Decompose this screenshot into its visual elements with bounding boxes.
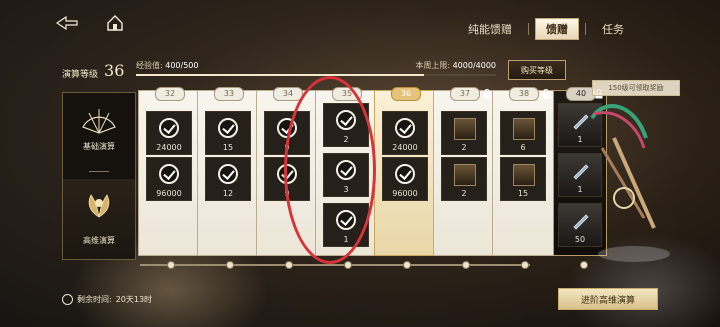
home-icon[interactable] [106,14,124,32]
level-display: 演算等级 36 [62,58,132,81]
item-quantity: 96000 [156,189,182,198]
exp-bar: 经验值: 400/500 本周上限: 4000/4000 [136,60,496,80]
item-quantity: 15 [222,143,234,152]
reward-card-33[interactable]: 33 15 12 [197,87,259,256]
lock-icon [542,89,550,99]
item-quantity: 15 [517,189,529,198]
mode-panel: 基础演算 高维演算 [62,92,136,260]
tab-divider [528,23,529,35]
item-quantity: 24000 [156,143,182,152]
weapon-prize-image [590,104,670,262]
advance-button[interactable]: 进阶高维演算 [558,288,658,310]
track-dot [521,261,529,269]
reward-card-37[interactable]: 37 2 2 [433,87,495,256]
prize-banner: 150级可领取奖励 [592,80,680,96]
timer-value: 20天13时 [115,295,153,304]
top-tabs: 纯能馈赠 馈赠 任务 [458,18,634,40]
chest-icon [513,164,535,186]
weekly-limit: 本周上限: 4000/4000 [415,60,496,71]
chest-icon [513,118,535,140]
item-quantity: 2 [461,143,467,152]
remaining-time: 剩余时间: 20天13时 [62,294,152,305]
card-level-badge: 37 [450,87,480,101]
reward-item[interactable]: 15 [500,157,546,201]
tab-divider [585,23,586,35]
item-quantity: 2 [461,189,467,198]
chest-icon [454,118,476,140]
buy-level-button[interactable]: 购买等级 [508,60,566,80]
reward-item[interactable]: 96000 [146,157,192,201]
item-quantity: 24000 [392,143,418,152]
reward-card-36[interactable]: 36 24000 96000 [374,87,436,256]
exp-label: 经验值: [136,61,163,70]
item-quantity: 96000 [392,189,418,198]
claimed-check-icon [218,118,238,138]
reward-item[interactable]: 2 [441,157,487,201]
fan-icon [82,109,116,134]
mode-basic-label[interactable]: 基础演算 [63,141,135,152]
track-dot [285,261,293,269]
track-dot [462,261,470,269]
chest-icon [454,164,476,186]
exp-value: 400/500 [165,61,199,70]
tab-pure-gift[interactable]: 纯能馈赠 [458,19,522,39]
back-arrow-icon[interactable] [56,16,78,30]
item-quantity: 12 [222,189,234,198]
level-label: 演算等级 [62,70,99,80]
annotation-circle [284,76,376,264]
weekly-value: 4000/4000 [452,61,496,70]
mode-advanced-label[interactable]: 高维演算 [63,235,135,246]
level-value: 36 [104,61,125,80]
reward-item[interactable]: 12 [205,157,251,201]
item-quantity: 6 [520,143,526,152]
weekly-label: 本周上限: [415,61,451,70]
lock-icon [483,89,491,99]
clock-icon [62,294,73,305]
level-track [140,261,588,269]
reward-item[interactable]: 24000 [382,111,428,155]
card-level-badge: 38 [509,87,539,101]
claimed-check-icon [395,164,415,184]
exp-text: 经验值: 400/500 [136,60,198,71]
reward-item[interactable]: 6 [500,111,546,155]
reward-card-32[interactable]: 32 24000 96000 [138,87,200,256]
tab-tasks[interactable]: 任务 [592,19,634,39]
card-level-badge: 33 [214,87,244,101]
timer-label: 剩余时间: [77,295,112,304]
card-level-badge: 36 [391,87,421,101]
track-dot [344,261,352,269]
tab-gift[interactable]: 馈赠 [535,18,579,40]
reward-item[interactable]: 96000 [382,157,428,201]
reward-item[interactable]: 2 [441,111,487,155]
claimed-check-icon [395,118,415,138]
mode-divider [89,171,109,172]
track-dot [403,261,411,269]
lotus-icon [88,194,110,218]
reward-item[interactable]: 24000 [146,111,192,155]
reward-item[interactable]: 15 [205,111,251,155]
exp-fill [136,74,424,76]
claimed-check-icon [159,164,179,184]
reward-card-38[interactable]: 38 6 15 [492,87,554,256]
track-dot [167,261,175,269]
mode-advanced-selected[interactable]: 高维演算 [63,179,135,259]
track-dot [226,261,234,269]
card-level-badge: 32 [155,87,185,101]
claimed-check-icon [159,118,179,138]
claimed-check-icon [218,164,238,184]
